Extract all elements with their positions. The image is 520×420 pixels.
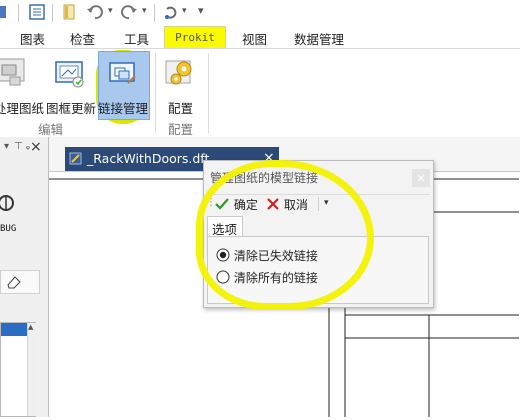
group-separator: [208, 53, 209, 133]
repeat-dropdown-icon[interactable]: ▾: [182, 6, 187, 16]
dialog-close-button[interactable]: ×: [412, 169, 430, 187]
radio-unchecked-icon: [216, 270, 230, 284]
repeat-icon[interactable]: [162, 3, 180, 21]
draft-file-icon: [69, 152, 82, 165]
panel-dropdown-icon[interactable]: ▾: [4, 141, 9, 152]
group-separator: [155, 53, 156, 133]
eraser-tab[interactable]: [0, 270, 40, 294]
toolbar-separator: [154, 4, 155, 22]
tab-tools[interactable]: 工具: [124, 29, 149, 48]
group-label-config: 配置: [168, 122, 194, 137]
tree-list[interactable]: ▲: [0, 322, 37, 417]
tab-check[interactable]: 检查: [70, 29, 95, 48]
tree-selected-item[interactable]: [1, 323, 27, 336]
tab-view[interactable]: 视图: [242, 29, 267, 48]
undo-icon[interactable]: [86, 3, 104, 21]
frame-update-icon[interactable]: [54, 58, 86, 90]
dialog-title: 管理图纸的模型链接: [210, 171, 319, 185]
redo-icon[interactable]: [120, 3, 138, 21]
panel-close-icon[interactable]: ×: [30, 139, 42, 155]
tab-prokit[interactable]: Prokit: [164, 26, 226, 48]
radio-clear-all-links[interactable]: 清除所有的链接: [216, 269, 318, 286]
properties-icon[interactable]: [28, 3, 46, 21]
toolbar-separator: [52, 4, 53, 22]
frame-update-button[interactable]: 图框更新: [46, 98, 96, 117]
document-open-icon[interactable]: [61, 3, 79, 21]
group-label-edit: 编辑: [38, 122, 64, 137]
config-button[interactable]: 配置: [168, 98, 193, 117]
undo-dropdown-icon[interactable]: ▾: [108, 6, 113, 16]
divider: [208, 194, 429, 195]
tab-options[interactable]: 选项: [207, 216, 243, 237]
more-options-dropdown-icon[interactable]: ▾: [324, 198, 329, 208]
tree-scrollbar[interactable]: [27, 323, 37, 416]
config-gear-icon[interactable]: [164, 53, 198, 91]
pin-icon[interactable]: ⊤ ᵩ: [14, 141, 30, 152]
ribbon-tab-bar: 图表 检查 工具 Prokit 视图 数据管理: [0, 26, 520, 48]
bug-icon[interactable]: [0, 189, 18, 215]
check-icon: [215, 198, 229, 210]
ok-button[interactable]: 确定: [214, 196, 258, 213]
ribbon-panel: 处理图纸 图框更新 链接管理 编辑 配置 配置: [0, 48, 520, 138]
bug-label: BUG: [0, 224, 17, 234]
link-manage-label: 链接管理: [98, 101, 149, 116]
redo-dropdown-icon[interactable]: ▾: [142, 6, 147, 16]
link-manage-icon: [108, 59, 138, 89]
radio-clear-broken-links[interactable]: 清除已失效链接: [216, 247, 318, 264]
cancel-button-label: 取消: [283, 198, 308, 212]
document-tab-title: _RackWithDoors.dft: [87, 151, 210, 166]
manage-links-dialog: 管理图纸的模型链接 × ⋮ 确定 取消 ▾ 选项 清除已失效链接 清除所有的链接: [203, 160, 434, 308]
toolbar-icon-partial[interactable]: [0, 3, 18, 21]
ok-button-label: 确定: [233, 198, 258, 212]
radio-checked-icon: [216, 248, 230, 262]
options-panel: 清除已失效链接 清除所有的链接: [207, 236, 429, 304]
cancel-x-icon: [267, 198, 279, 210]
process-drawings-icon[interactable]: [0, 57, 30, 89]
cancel-button[interactable]: 取消: [266, 196, 308, 213]
radio-clear-all-links-label: 清除所有的链接: [233, 271, 318, 285]
quick-access-toolbar: ▾ ▾ ▾ ▾: [0, 0, 520, 26]
tab-data-management[interactable]: 数据管理: [294, 29, 344, 48]
scroll-up-icon[interactable]: ▲: [28, 323, 33, 331]
customize-toolbar-icon[interactable]: ▾: [198, 4, 204, 17]
tab-partial[interactable]: 图表: [20, 29, 45, 48]
divider: [318, 197, 319, 211]
toolbar-separator: [18, 4, 19, 22]
eraser-icon: [7, 276, 21, 289]
radio-clear-broken-links-label: 清除已失效链接: [233, 249, 318, 263]
process-drawings-button[interactable]: 处理图纸: [0, 98, 44, 117]
left-side-panel: ▾ ⊤ ᵩ × BUG ▲: [0, 137, 49, 417]
